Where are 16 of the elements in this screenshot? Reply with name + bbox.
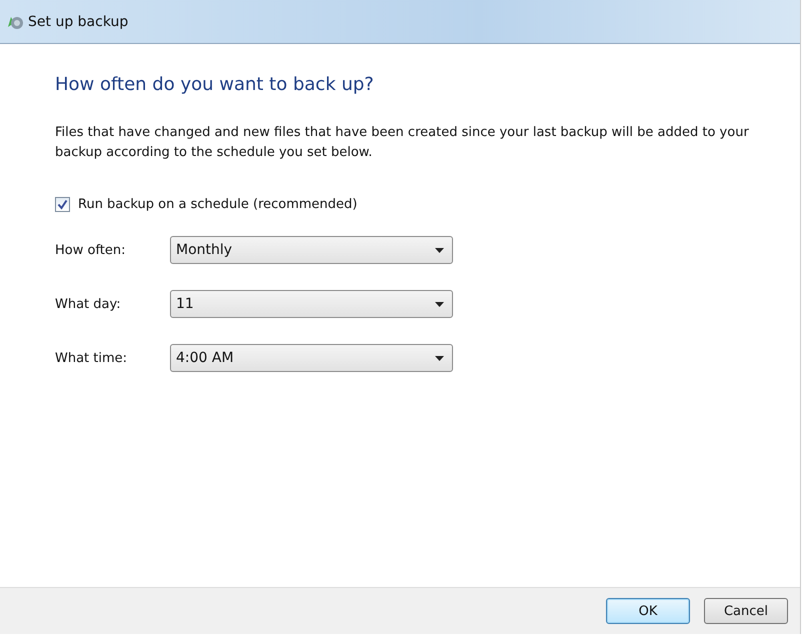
description-text: Files that have changed and new files that have been created since your last backup will be added to your backup according to the schedule you set below.	[55, 124, 750, 162]
dropdown[interactable]: 4:00 AM	[170, 344, 453, 372]
caret-icon	[435, 248, 444, 252]
field-label: What time:	[55, 350, 128, 366]
ok-button[interactable]: OK	[606, 598, 690, 624]
page-heading: How often do you want to back up?	[55, 74, 375, 95]
window-title: Set up backup	[28, 14, 128, 30]
dropdown[interactable]: Monthly	[170, 236, 453, 264]
cancel-button[interactable]: Cancel	[704, 598, 788, 624]
field-label: What day:	[55, 296, 122, 312]
schedule-checkbox[interactable]	[55, 197, 70, 212]
checkbox-label: Run backup on a schedule (recommended)	[78, 197, 358, 212]
dropdown[interactable]: 11	[170, 290, 453, 318]
field-label: How often:	[55, 242, 127, 258]
caret-icon	[435, 302, 444, 306]
caret-icon	[435, 356, 444, 360]
